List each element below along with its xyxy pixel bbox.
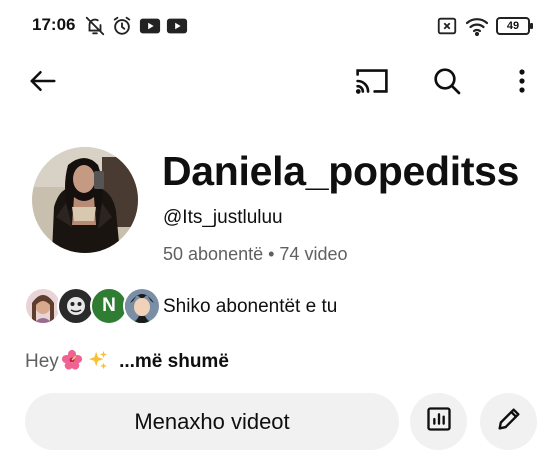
battery-icon: 49 [496,17,533,35]
view-subscribers-label: Shiko abonentët e tu [163,296,338,317]
subscriber-avatar-4 [123,287,161,325]
wifi-icon [465,15,489,37]
sparkles-icon [87,349,109,371]
alarm-icon [111,15,133,37]
view-subscribers-row[interactable]: N Shiko abonentët e tu [24,287,444,327]
stats-separator: • [268,244,275,264]
description-more-link[interactable]: ...më shumë [119,351,229,372]
youtube-icon [139,15,161,37]
back-arrow-icon[interactable] [24,62,62,100]
video-count: 74 video [279,244,348,264]
sim-off-icon [436,15,458,37]
status-time: 17:06 [32,15,76,34]
channel-stats: 50 abonentë • 74 video [163,244,347,265]
more-vertical-icon[interactable] [503,62,541,100]
search-icon[interactable] [428,62,466,100]
hibiscus-icon [61,349,83,371]
channel-description[interactable]: Hey ...më shumë [25,349,229,373]
bell-off-icon [84,15,106,37]
channel-avatar[interactable] [32,147,138,253]
channel-handle: @Its_justluluu [163,207,283,228]
cast-icon[interactable] [353,62,391,100]
analytics-icon [425,405,453,438]
manage-videos-button[interactable]: Menaxho videot [25,393,399,450]
status-bar: 17:06 49 [0,0,560,52]
subscriber-count: 50 abonentë [163,244,264,264]
description-text: Hey [25,351,59,372]
letter-avatar-text: N [102,295,116,316]
youtube-icon [166,15,188,37]
edit-pencil-icon [495,405,523,438]
app-bar [0,52,560,110]
channel-name: Daniela_popeditss [162,148,520,194]
analytics-button[interactable] [410,393,467,450]
edit-button[interactable] [480,393,537,450]
